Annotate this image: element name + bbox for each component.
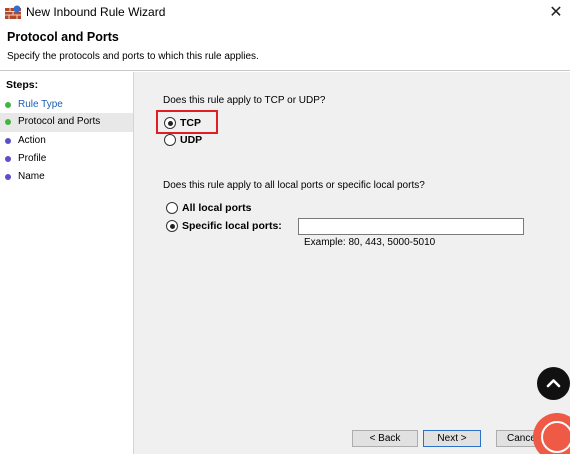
page-subtitle: Specify the protocols and ports to which…: [7, 51, 259, 62]
ports-question: Does this rule apply to all local ports …: [163, 180, 425, 191]
ports-example-hint: Example: 80, 443, 5000-5010: [304, 237, 436, 248]
tcp-label[interactable]: TCP: [180, 117, 201, 129]
back-button[interactable]: < Back: [352, 430, 418, 447]
page-title: Protocol and Ports: [7, 30, 119, 44]
steps-sidebar: Steps: Rule Type Protocol and Ports Acti…: [0, 72, 134, 454]
all-local-ports-radio[interactable]: [166, 202, 178, 214]
step-label: Protocol and Ports: [18, 116, 101, 127]
title-bar: New Inbound Rule Wizard ✕: [0, 0, 570, 25]
step-label: Name: [18, 171, 45, 182]
step-pending-dot-icon: [5, 174, 11, 180]
firewall-wall-icon: [5, 5, 21, 19]
step-label[interactable]: Rule Type: [18, 99, 63, 110]
window-title: New Inbound Rule Wizard: [26, 5, 166, 19]
step-pending-dot-icon: [5, 156, 11, 162]
step-protocol-and-ports: Protocol and Ports: [0, 113, 133, 132]
specific-local-ports-label[interactable]: Specific local ports:: [182, 220, 282, 232]
specific-ports-input[interactable]: [298, 218, 524, 235]
step-name: Name: [0, 168, 133, 187]
specific-local-ports-radio[interactable]: [166, 220, 178, 232]
step-complete-dot-icon: [5, 102, 11, 108]
wizard-header: Protocol and Ports Specify the protocols…: [0, 25, 570, 71]
next-button[interactable]: Next >: [423, 430, 481, 447]
steps-heading: Steps:: [6, 79, 39, 91]
step-label: Action: [18, 135, 46, 146]
step-action: Action: [0, 132, 133, 151]
tcp-radio[interactable]: [164, 117, 176, 129]
step-profile: Profile: [0, 150, 133, 169]
all-local-ports-label[interactable]: All local ports: [182, 202, 251, 214]
step-current-dot-icon: [5, 119, 11, 125]
bell-icon: [541, 421, 570, 453]
scroll-to-top-button[interactable]: [537, 367, 570, 400]
wizard-content: Does this rule apply to TCP or UDP? TCP …: [134, 72, 570, 454]
step-pending-dot-icon: [5, 138, 11, 144]
step-label: Profile: [18, 153, 47, 164]
udp-radio[interactable]: [164, 134, 176, 146]
wizard-body: Steps: Rule Type Protocol and Ports Acti…: [0, 72, 570, 454]
protocol-question: Does this rule apply to TCP or UDP?: [163, 95, 326, 106]
close-window-button[interactable]: ✕: [546, 1, 566, 23]
udp-label[interactable]: UDP: [180, 134, 202, 146]
